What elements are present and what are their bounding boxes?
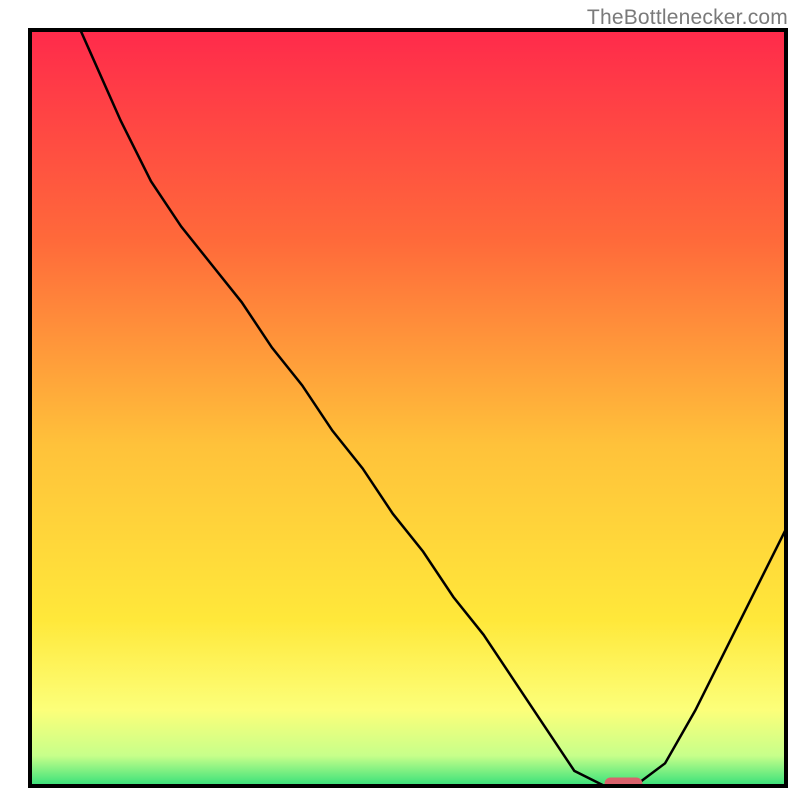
plot-background (30, 30, 786, 786)
watermark-text: TheBottlenecker.com (587, 6, 788, 30)
bottleneck-chart (0, 0, 800, 800)
chart-container: TheBottlenecker.com (0, 0, 800, 800)
